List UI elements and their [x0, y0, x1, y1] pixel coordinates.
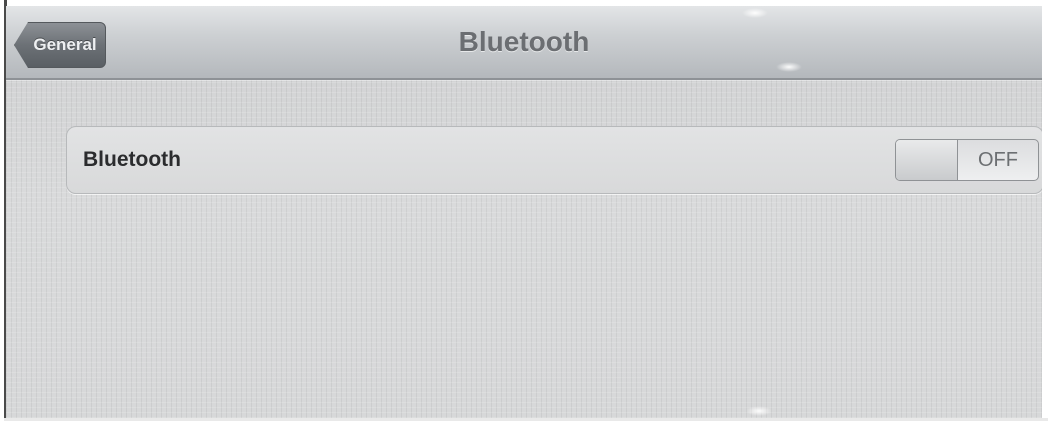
screen-glare: [776, 62, 802, 72]
screen-glare: [742, 8, 768, 18]
toggle-state-label: OFF: [978, 148, 1018, 171]
back-button-label: General: [33, 35, 97, 54]
toggle-knob[interactable]: [896, 140, 958, 180]
bluetooth-row-label: Bluetooth: [83, 148, 181, 171]
settings-group: Bluetooth OFF: [66, 126, 1042, 194]
settings-screen: Bluetooth General Bluetooth OFF: [6, 6, 1042, 418]
navigation-bar: Bluetooth General: [6, 6, 1042, 80]
bluetooth-toggle-switch[interactable]: OFF: [895, 139, 1039, 181]
back-button[interactable]: General: [14, 22, 106, 68]
page-title: Bluetooth: [458, 26, 590, 57]
screen-glare: [746, 406, 772, 416]
